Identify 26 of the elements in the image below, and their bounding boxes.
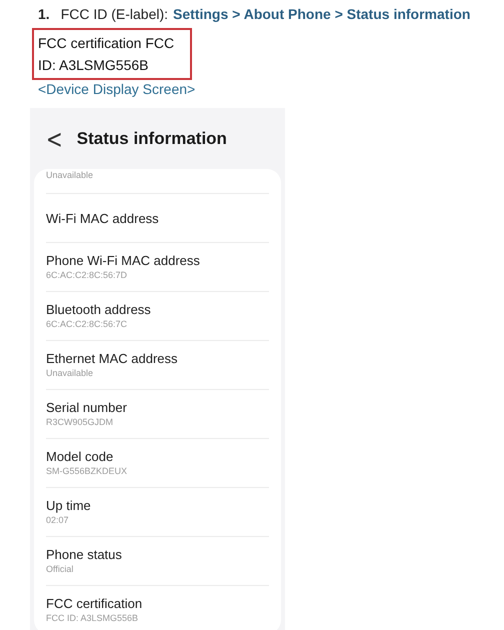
item-value: 6C:AC:C2:8C:56:7C bbox=[46, 318, 128, 331]
item-value: Unavailable bbox=[46, 367, 94, 380]
item-title[interactable]: Phone status bbox=[46, 546, 269, 563]
item-value: 02:07 bbox=[46, 514, 70, 527]
item-value: FCC ID: A3LSMG556B bbox=[46, 612, 140, 625]
item-title[interactable]: Ethernet MAC address bbox=[46, 350, 269, 367]
highlight-text: ID: A3LSMG556B bbox=[38, 56, 150, 75]
settings-path: Settings > About Phone > Status information bbox=[173, 6, 470, 22]
item-title[interactable]: Wi-Fi MAC address bbox=[46, 210, 269, 226]
item-title[interactable]: FCC certification bbox=[46, 595, 269, 612]
item-value: SM-G556BZKDEUX bbox=[46, 465, 128, 478]
highlight-text: FCC certification FCC bbox=[38, 34, 176, 53]
caption: <Device Display Screen> bbox=[38, 80, 196, 98]
item-value: Unavailable bbox=[46, 169, 94, 182]
item-title[interactable]: Up time bbox=[46, 497, 269, 514]
item-value: 6C:AC:C2:8C:56:7D bbox=[46, 269, 128, 282]
step-number: 1. bbox=[38, 6, 50, 22]
item-value: Official bbox=[46, 563, 74, 576]
item-title[interactable]: Model code bbox=[46, 448, 269, 465]
screen-title: Status information bbox=[76, 129, 227, 149]
item-title[interactable]: Serial number bbox=[46, 399, 269, 416]
item-title[interactable]: Phone Wi-Fi MAC address bbox=[46, 252, 269, 269]
item-title[interactable]: Bluetooth address bbox=[46, 301, 269, 318]
step-label: FCC ID (E-label): bbox=[60, 6, 168, 22]
item-value: R3CW905GJDM bbox=[46, 416, 114, 429]
back-icon[interactable]: < bbox=[46, 123, 63, 155]
